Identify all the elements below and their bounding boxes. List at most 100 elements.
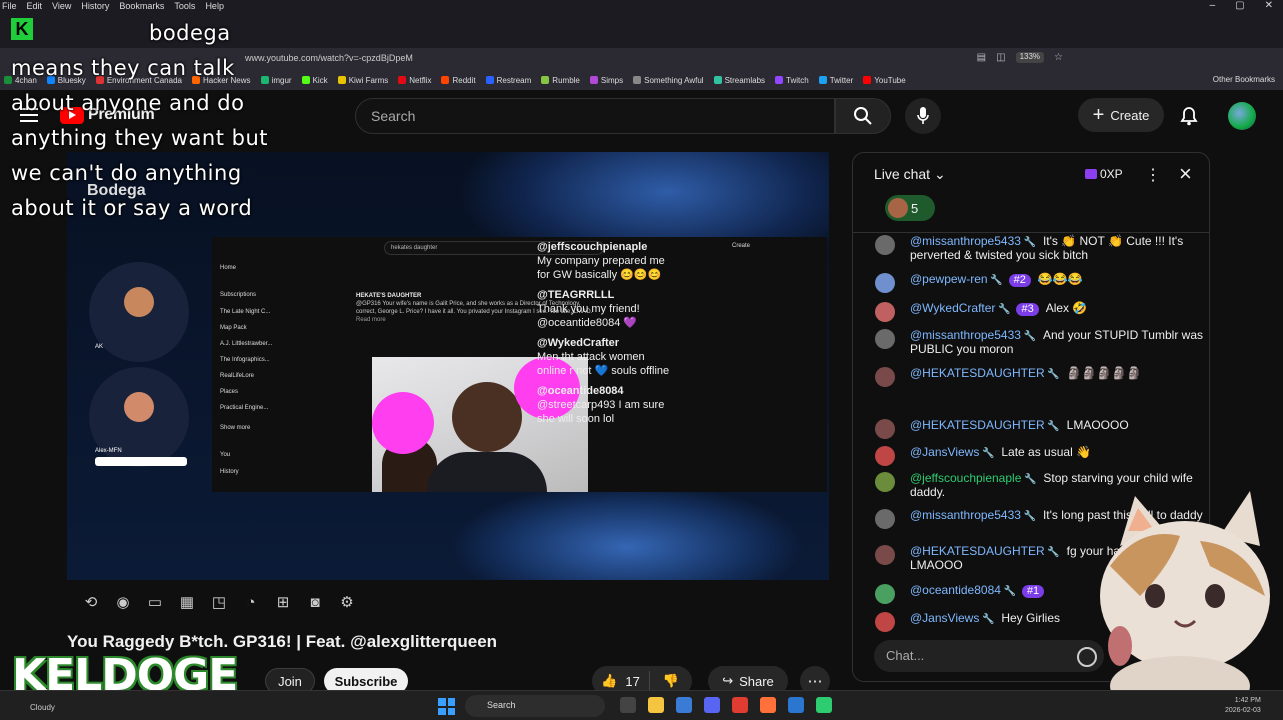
chat-author[interactable]: @pewpew-ren (910, 272, 988, 286)
settings-gear-icon[interactable]: ⚙ (335, 592, 359, 612)
file-explorer-icon[interactable] (648, 697, 664, 713)
speed-icon[interactable]: ◔ (239, 592, 263, 612)
inner-sidebar-item: Show more (220, 425, 251, 431)
pip-icon[interactable]: ◳ (207, 592, 231, 612)
moderator-wrench-icon: 🔧 (1044, 421, 1063, 432)
inner-sidebar-item: A.J. Littlestrawber... (220, 341, 273, 347)
chat-menu-icon[interactable]: ⋮ (1145, 165, 1161, 185)
chat-avatar[interactable] (875, 472, 895, 492)
loop-icon[interactable]: ⟲ (79, 592, 103, 612)
camera-icon[interactable]: ◙ (303, 592, 327, 612)
screen-share: Home Subscriptions The Late Night C... Map … (212, 237, 827, 492)
chat-author[interactable]: @JansViews (910, 445, 979, 459)
chat-avatar[interactable] (875, 446, 895, 466)
weather-widget[interactable]: Cloudy (30, 703, 55, 712)
bookmark-item[interactable]: Streamlabs (713, 76, 765, 85)
add-icon[interactable]: ⊞ (271, 592, 295, 612)
firefox-icon[interactable] (760, 697, 776, 713)
create-button[interactable]: + Create (1078, 98, 1164, 132)
app-icon[interactable] (676, 697, 692, 713)
overlay-line-4: anything they want but (11, 126, 269, 150)
leaderboard-badge: #3 (1016, 303, 1039, 316)
screenshot-icon[interactable]: ◫ (996, 52, 1005, 63)
chat-avatar[interactable] (875, 509, 895, 529)
chat-author[interactable]: @missanthrope5433 (910, 508, 1021, 522)
bookmark-star-icon[interactable]: ☆ (1054, 52, 1063, 63)
menu-help[interactable]: Help (205, 1, 224, 11)
bookmark-item[interactable]: Something Awful (633, 76, 704, 85)
chat-input[interactable]: Chat... (874, 640, 1104, 672)
chat-message-body: @missanthrope5433 🔧 It's 👏 NOT 👏 Cute !!… (910, 235, 1205, 262)
bookmark-item[interactable]: Rumble (541, 76, 580, 85)
chat-avatar[interactable] (875, 302, 895, 322)
menu-edit[interactable]: Edit (27, 1, 43, 11)
chat-avatar[interactable] (875, 329, 895, 349)
chat-author[interactable]: @oceantide8084 (910, 583, 1001, 597)
chat-avatar[interactable] (875, 545, 895, 565)
menu-history[interactable]: History (81, 1, 109, 11)
bookmark-label: Kiwi Farms (348, 75, 389, 85)
discord-icon[interactable] (704, 697, 720, 713)
bookmark-item[interactable]: YouTube (863, 76, 906, 85)
like-button[interactable]: 👍 17 (592, 671, 650, 691)
chat-author[interactable]: @missanthrope5433 (910, 328, 1021, 342)
chat-author[interactable]: @JansViews (910, 611, 979, 625)
search-button[interactable] (835, 98, 891, 134)
chat-avatar[interactable] (875, 273, 895, 293)
overlay-line-3: about anyone and do (11, 91, 245, 115)
bookmark-item[interactable]: Simps (589, 76, 623, 85)
chat-avatar[interactable] (875, 235, 895, 255)
minimize-icon[interactable]: – (1210, 0, 1216, 11)
photo-person-suit (427, 452, 547, 492)
other-bookmarks[interactable]: Other Bookmarks (1213, 75, 1275, 84)
bookmark-item[interactable]: Restream (485, 76, 531, 85)
bookmark-item[interactable]: Reddit (441, 76, 476, 85)
dislike-button[interactable]: 👎 (650, 673, 692, 689)
film-icon[interactable]: ▦ (175, 592, 199, 612)
chat-avatar[interactable] (875, 419, 895, 439)
clock[interactable]: 1:42 PM 2026-02-03 (1225, 696, 1261, 716)
chat-author[interactable]: @HEKATESDAUGHTER (910, 544, 1045, 558)
maximize-icon[interactable]: ▢ (1235, 0, 1244, 11)
subtitles-icon[interactable]: ▭ (143, 592, 167, 612)
chat-avatar[interactable] (875, 367, 895, 387)
bookmark-item[interactable]: Twitter (818, 76, 853, 85)
task-view-icon[interactable] (620, 697, 636, 713)
webcam-circle-1 (89, 262, 189, 362)
pinned-participants[interactable]: 5 (885, 195, 935, 221)
chat-avatar[interactable] (875, 612, 895, 632)
close-window-icon[interactable]: ✕ (1265, 0, 1273, 11)
windows-start-icon[interactable] (438, 698, 455, 715)
app-green-icon[interactable] (816, 697, 832, 713)
like-count: 17 (625, 673, 640, 689)
chat-author[interactable]: @HEKATESDAUGHTER (910, 366, 1045, 380)
search-input[interactable]: Search (355, 98, 835, 134)
menu-tools[interactable]: Tools (174, 1, 195, 11)
chat-avatar[interactable] (875, 584, 895, 604)
menu-view[interactable]: View (52, 1, 71, 11)
app-red-icon[interactable] (732, 697, 748, 713)
close-chat-icon[interactable]: × (1179, 161, 1192, 187)
bookmark-item[interactable]: Twitch (775, 76, 809, 85)
chat-author[interactable]: @missanthrope5433 (910, 234, 1021, 248)
live-chat-title[interactable]: Live chat ⌄ (874, 166, 946, 183)
bookmark-item[interactable]: Netflix (398, 76, 431, 85)
clock-time: 1:42 PM (1234, 697, 1261, 704)
account-avatar[interactable] (1228, 102, 1256, 130)
menu-bookmarks[interactable]: Bookmarks (119, 1, 164, 11)
inner-chat-name: @jeffscouchpienaple (537, 241, 648, 253)
chat-author[interactable]: @jeffscouchpienaple (910, 471, 1021, 485)
taskbar-search[interactable]: Search (465, 695, 605, 717)
voice-search-button[interactable] (905, 98, 941, 134)
bookmark-item[interactable]: Kiwi Farms (337, 75, 389, 85)
app-blue-icon[interactable] (788, 697, 804, 713)
notifications-bell-icon[interactable] (1180, 106, 1198, 126)
audio-icon[interactable]: ◉ (111, 592, 135, 612)
inner-chat-message: @WykedCrafter Men tht attack women online… (537, 336, 677, 378)
reader-view-icon[interactable]: ▤ (977, 52, 986, 63)
xp-badge[interactable]: 0XP (1085, 167, 1123, 181)
chat-author[interactable]: @WykedCrafter (910, 301, 995, 315)
chat-author[interactable]: @HEKATESDAUGHTER (910, 418, 1045, 432)
menu-file[interactable]: File (2, 1, 17, 11)
zoom-level[interactable]: 133% (1015, 52, 1045, 63)
